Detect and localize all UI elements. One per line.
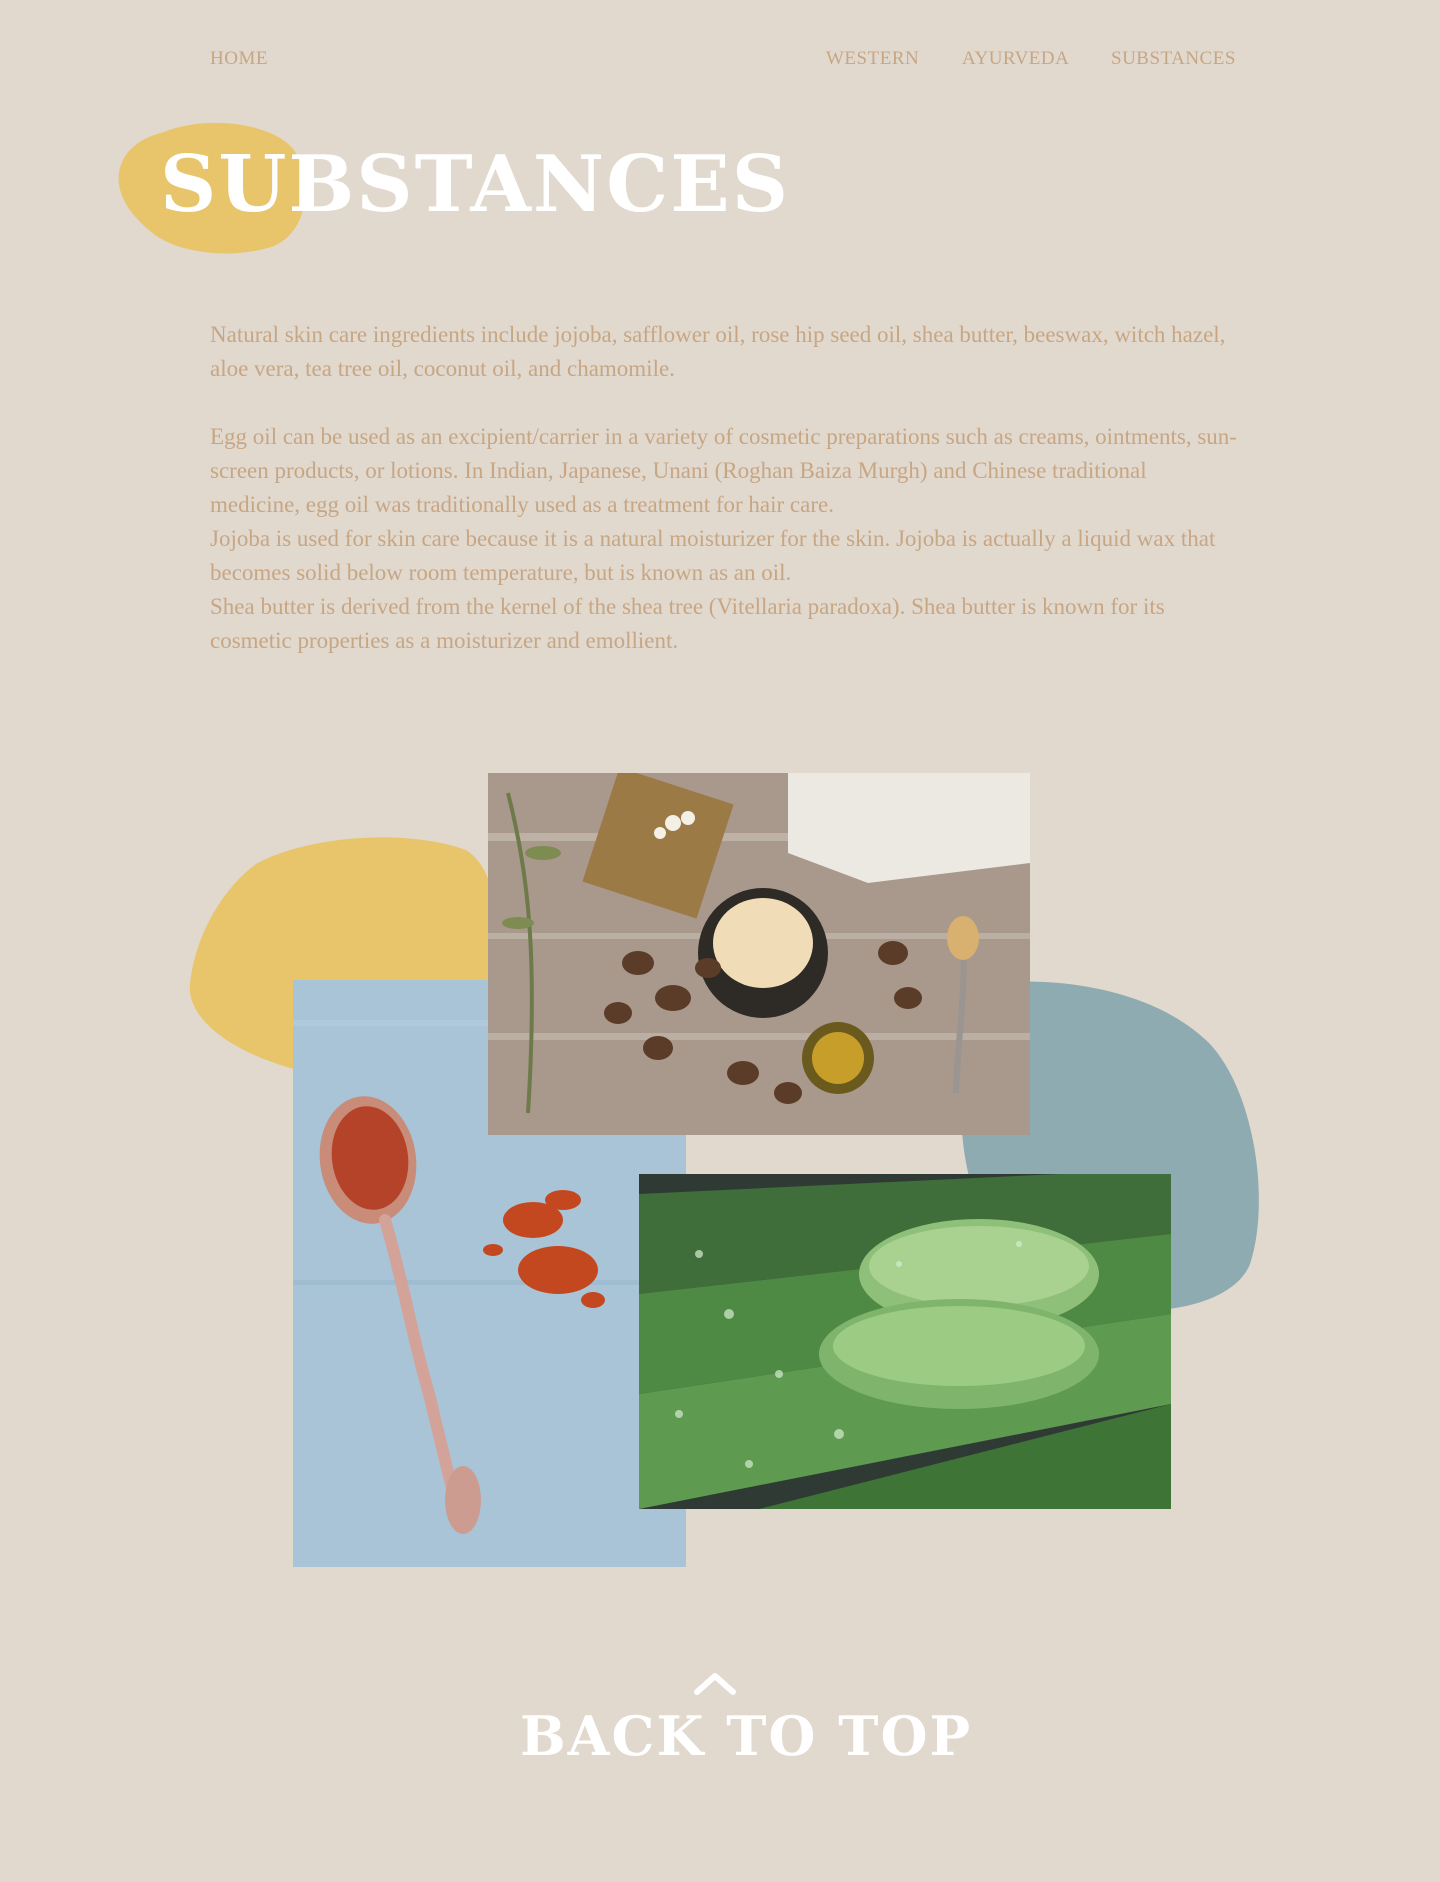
intro-paragraph: Shea butter is derived from the kernel o…: [210, 594, 1165, 653]
nav-home-link[interactable]: HOME: [210, 48, 268, 70]
back-to-top-link[interactable]: BACK TO TOP: [520, 1672, 973, 1792]
intro-text: Natural skin care ingredients include jo…: [210, 318, 1240, 658]
back-to-top-label: BACK TO TOP: [520, 1704, 973, 1768]
nav-western-link[interactable]: WESTERN: [826, 48, 919, 70]
intro-paragraph: Jojoba is used for skin care because it …: [210, 526, 1216, 585]
shea-butter-photo: [488, 773, 1030, 1135]
page-title: SUBSTANCES: [160, 139, 791, 230]
intro-paragraph: Natural skin care ingredients include jo…: [210, 322, 1226, 381]
aloe-vera-photo: [639, 1174, 1171, 1509]
nav-substances-link[interactable]: SUBSTANCES: [1111, 48, 1236, 70]
intro-paragraph: Egg oil can be used as an excipient/carr…: [210, 424, 1237, 517]
chevron-up-icon: [694, 1673, 736, 1695]
nav-ayurveda-link[interactable]: AYURVEDA: [962, 48, 1069, 70]
